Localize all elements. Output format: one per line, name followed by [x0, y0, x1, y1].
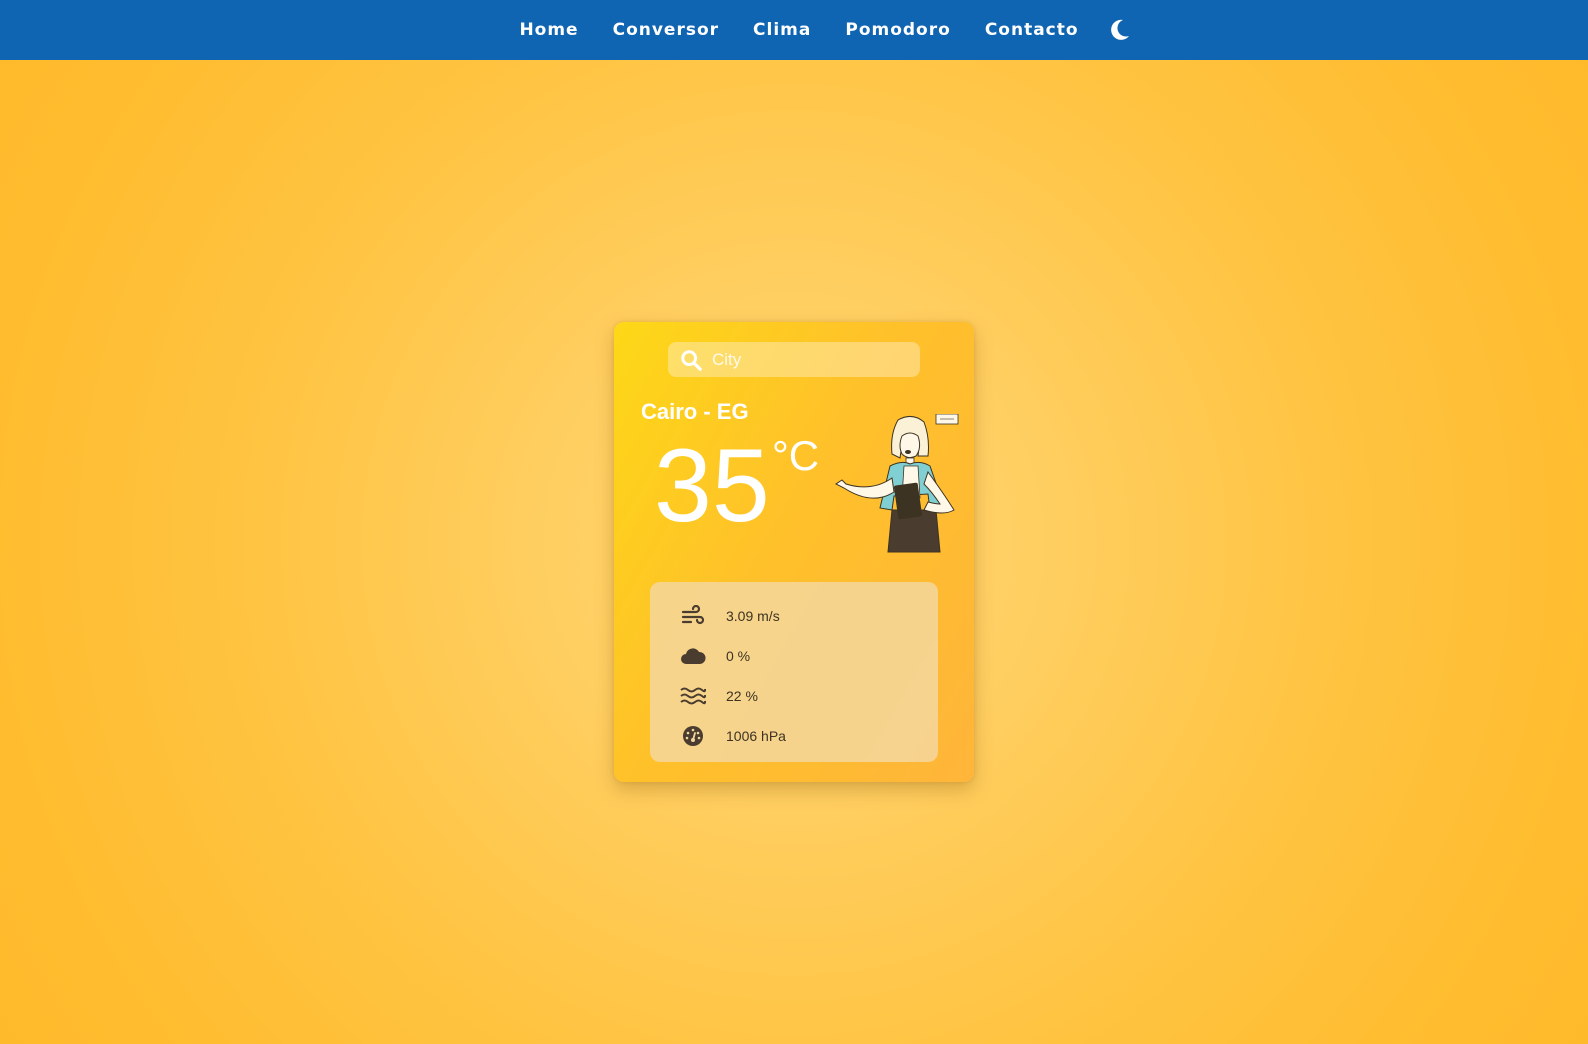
wind-icon	[680, 603, 706, 629]
cloudiness-value: 0 %	[726, 648, 751, 664]
moon-icon	[1110, 19, 1129, 40]
pressure-value: 1006 hPa	[726, 728, 786, 744]
nav-link-home[interactable]: Home	[519, 20, 578, 40]
pressure-gauge-icon	[680, 723, 706, 749]
weather-details-panel: 3.09 m/s 0 % 22 % 1006 hPa	[650, 582, 938, 762]
nav-link-conversor[interactable]: Conversor	[613, 20, 719, 40]
nav-link-pomodoro[interactable]: Pomodoro	[845, 20, 950, 40]
humidity-value: 22 %	[726, 688, 758, 704]
detail-row-pressure: 1006 hPa	[650, 716, 938, 756]
search-box	[668, 342, 920, 377]
temperature-unit: °C	[772, 432, 820, 479]
search-icon[interactable]	[680, 349, 702, 371]
detail-row-clouds: 0 %	[650, 636, 938, 676]
detail-row-humidity: 22 %	[650, 676, 938, 716]
weather-card: Cairo - EG 35 °C	[614, 322, 974, 782]
temperature-value: 35	[654, 428, 770, 544]
presenter-illustration	[835, 414, 959, 553]
nav-link-clima[interactable]: Clima	[753, 20, 811, 40]
top-navbar: Home Conversor Clima Pomodoro Contacto	[0, 0, 1588, 60]
detail-row-wind: 3.09 m/s	[650, 596, 938, 636]
wind-speed-value: 3.09 m/s	[726, 608, 780, 624]
nav-links: Home Conversor Clima Pomodoro Contacto	[502, 20, 1095, 40]
cloud-icon	[680, 643, 706, 669]
nav-link-contacto[interactable]: Contacto	[985, 20, 1079, 40]
theme-toggle-button[interactable]	[1110, 19, 1132, 41]
city-name: Cairo - EG	[641, 399, 749, 424]
humidity-icon	[680, 683, 706, 709]
city-search-input[interactable]	[712, 349, 912, 370]
